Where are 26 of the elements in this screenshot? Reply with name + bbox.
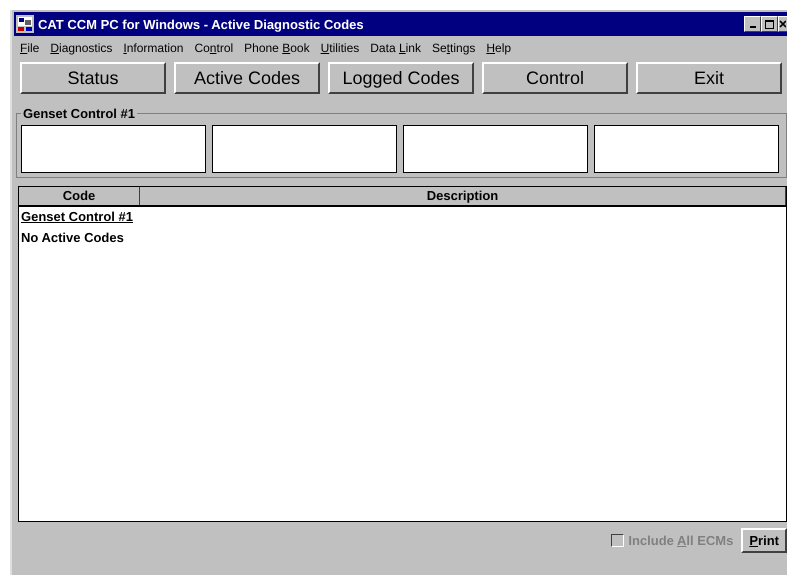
toolbar-button[interactable]: Status: [20, 62, 166, 94]
menu-item[interactable]: Control: [194, 41, 234, 55]
column-header[interactable]: Code: [19, 187, 140, 205]
column-header[interactable]: Description: [140, 187, 786, 205]
menu-item[interactable]: Utilities: [320, 41, 360, 55]
menu-item[interactable]: Settings: [432, 41, 476, 55]
status-message: No Active Codes: [21, 230, 125, 245]
group-title: Genset Control #1: [22, 106, 136, 121]
toolbar-button[interactable]: Active Codes: [174, 62, 320, 94]
menu-item[interactable]: Data Link: [370, 41, 421, 55]
close-button[interactable]: [778, 16, 787, 32]
maximize-button[interactable]: [761, 16, 778, 32]
print-button[interactable]: Print: [741, 528, 787, 553]
window-title: CAT CCM PC for Windows - Active Diagnostic Codes: [38, 16, 365, 32]
section-heading: Genset Control #1: [21, 209, 133, 224]
toolbar-button[interactable]: Logged Codes: [328, 62, 474, 94]
menu-item[interactable]: Information: [123, 41, 184, 55]
close-icon: [779, 20, 786, 28]
menu-item[interactable]: Phone Book: [244, 41, 310, 55]
menu-item[interactable]: File: [20, 41, 40, 55]
menu-item[interactable]: Help: [486, 41, 512, 55]
maximize-icon: [765, 20, 774, 28]
minimize-button[interactable]: [744, 16, 761, 32]
toolbar-button[interactable]: Control: [482, 62, 628, 94]
toolbar-button[interactable]: Exit: [636, 62, 782, 94]
menu-item[interactable]: Diagnostics: [50, 41, 112, 55]
